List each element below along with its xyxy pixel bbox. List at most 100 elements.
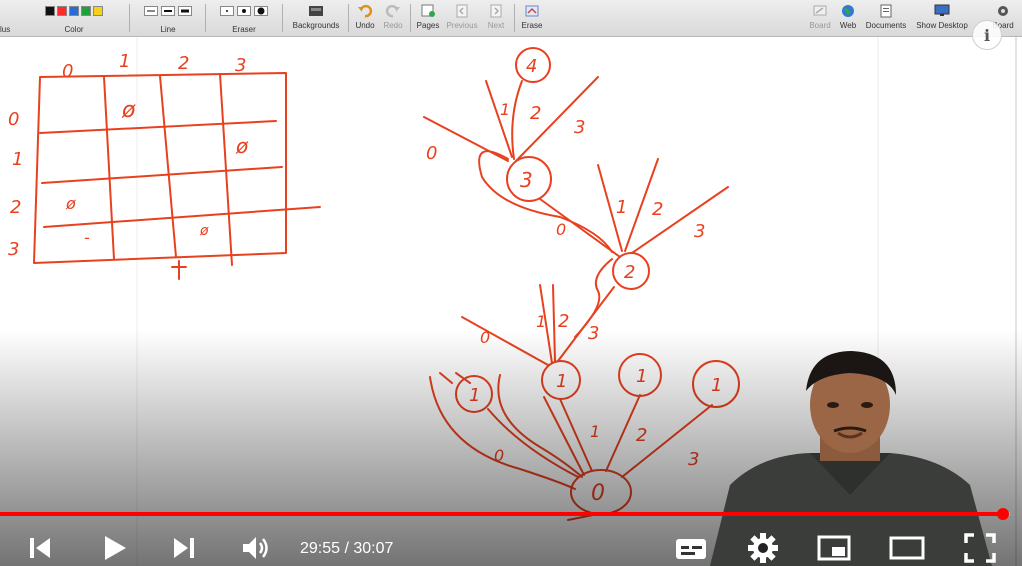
- time-display: 29:55 / 30:07: [300, 540, 394, 557]
- tree-edge: [631, 186, 729, 254]
- play-button[interactable]: [96, 530, 132, 566]
- edge-label: 1: [616, 197, 627, 218]
- info-icon: i: [983, 25, 991, 45]
- edge-label: 1: [536, 312, 546, 331]
- miniplayer-icon: [817, 535, 851, 561]
- grid-col-line: [103, 76, 115, 260]
- captions-button[interactable]: [672, 530, 710, 566]
- backgrounds-button[interactable]: Backgrounds: [288, 2, 344, 34]
- tree-edge: [511, 80, 523, 160]
- grid-row-line: [43, 206, 321, 228]
- grid-mark: ø: [235, 134, 249, 158]
- tree-edge: [485, 80, 513, 158]
- toolbar-divider: [282, 4, 283, 32]
- edge-label: 2: [530, 103, 541, 124]
- documents-button[interactable]: Documents: [862, 2, 910, 34]
- captions-icon: [676, 539, 706, 559]
- next-video-button[interactable]: [166, 530, 202, 566]
- mute-button[interactable]: [236, 530, 276, 566]
- undo-button[interactable]: Undo: [352, 2, 378, 34]
- edge-label: 3: [694, 221, 705, 242]
- row-header-1: 1: [12, 149, 23, 170]
- previous-page-button[interactable]: Previous: [444, 2, 480, 34]
- color-swatch-blue[interactable]: [69, 6, 79, 16]
- color-picker[interactable]: Color: [24, 3, 124, 35]
- color-swatch-red[interactable]: [57, 6, 67, 16]
- next-label: Next: [487, 21, 505, 30]
- play-icon: [105, 536, 126, 560]
- eraser-small-button[interactable]: [220, 6, 234, 16]
- documents-label: Documents: [865, 21, 907, 30]
- board-button[interactable]: Board: [806, 2, 834, 34]
- toolbar-divider: [205, 4, 206, 32]
- grid-row-line: [39, 120, 277, 134]
- documents-icon: [880, 4, 892, 18]
- grid-mark: ø: [65, 194, 76, 213]
- previous-page-icon: [456, 4, 468, 18]
- board-icon: [813, 5, 827, 16]
- color-swatch-black[interactable]: [45, 6, 55, 16]
- eraser-medium-button[interactable]: [237, 6, 251, 16]
- pen-cursor: [171, 260, 187, 280]
- col-header-2: 2: [178, 53, 189, 74]
- miniplayer-button[interactable]: [814, 530, 854, 566]
- erase-icon: [525, 5, 539, 17]
- grid-row-line: [41, 166, 283, 184]
- eraser-large-button[interactable]: [254, 6, 268, 16]
- undo-icon: [358, 4, 373, 18]
- line-thick-button[interactable]: [178, 6, 192, 16]
- theater-mode-button[interactable]: [886, 530, 928, 566]
- grid-drawing: [33, 72, 321, 280]
- grid-labels: 0 1 2 3 0 1 2 3 ø ø ø - ø: [8, 51, 249, 260]
- info-button[interactable]: i: [972, 20, 1002, 50]
- line-medium-button[interactable]: [161, 6, 175, 16]
- redo-label: Redo: [383, 21, 403, 30]
- erase-button[interactable]: Erase: [518, 2, 546, 34]
- redo-button[interactable]: Redo: [380, 2, 406, 34]
- progress-bar[interactable]: [0, 508, 1010, 520]
- col-header-1: 1: [119, 51, 130, 72]
- grid-border: [33, 72, 287, 264]
- edge-label: 0: [556, 220, 566, 239]
- row-header-3: 3: [8, 239, 19, 260]
- theater-mode-icon: [889, 536, 925, 560]
- previous-video-button[interactable]: [22, 530, 58, 566]
- fullscreen-icon: [964, 533, 996, 563]
- color-swatch-yellow[interactable]: [93, 6, 103, 16]
- show-desktop-button[interactable]: Show Desktop: [912, 2, 972, 34]
- backgrounds-icon: [309, 6, 323, 16]
- show-desktop-label: Show Desktop: [916, 21, 968, 30]
- undo-label: Undo: [355, 21, 375, 30]
- tree-edge: [515, 76, 599, 162]
- next-page-icon: [490, 4, 502, 18]
- edge-label: 2: [652, 199, 663, 220]
- erase-label: Erase: [521, 21, 543, 30]
- node-label: 3: [520, 168, 533, 192]
- volume-icon: [243, 537, 268, 559]
- board-label: Board: [809, 21, 831, 30]
- progress-played: [0, 512, 1004, 516]
- node-label: 2: [624, 262, 635, 283]
- eraser-label: Eraser: [232, 25, 256, 34]
- edge-label: 3: [574, 117, 585, 138]
- eraser-size-picker[interactable]: Eraser: [212, 3, 276, 35]
- web-button[interactable]: Web: [836, 2, 860, 34]
- edge-label: 2: [558, 311, 569, 332]
- globe-icon: [842, 5, 854, 17]
- line-width-picker[interactable]: Line: [136, 3, 200, 35]
- monitor-icon: [934, 4, 950, 16]
- pages-button[interactable]: Pages: [414, 2, 442, 34]
- line-thin-button[interactable]: [144, 6, 158, 16]
- color-label: Color: [64, 25, 84, 34]
- settings-gear-icon: [748, 533, 778, 563]
- next-page-button[interactable]: Next: [482, 2, 510, 34]
- color-swatch-green[interactable]: [81, 6, 91, 16]
- add-page-icon: [421, 4, 435, 17]
- toolbar-divider: [348, 4, 349, 32]
- edge-label: 1: [500, 100, 510, 119]
- edge-label: 0: [426, 143, 437, 164]
- backgrounds-label: Backgrounds: [292, 21, 340, 30]
- col-header-0: 0: [62, 61, 73, 82]
- settings-button[interactable]: [744, 530, 782, 566]
- fullscreen-button[interactable]: [960, 530, 1000, 566]
